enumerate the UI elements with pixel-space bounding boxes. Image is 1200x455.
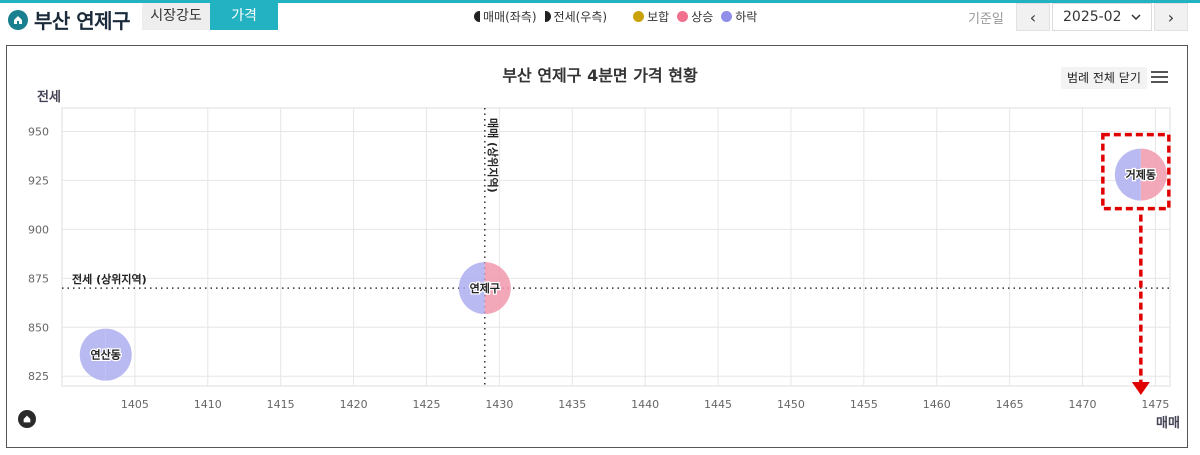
bubble-2: 연제구	[458, 262, 511, 315]
x-tick-label: 1435	[558, 398, 586, 411]
y-tick-label: 950	[28, 125, 49, 138]
x-tick-label: 1475	[1141, 398, 1169, 411]
scatter-chart: 1405 1410 1415 1420 1425 1430 1435 1440 1445 1450…	[28, 107, 1171, 411]
x-tick-label: 1465	[996, 398, 1024, 411]
x-tick-label: 1405	[121, 398, 149, 411]
sale-reference-label: 매매 (상위지역)	[486, 118, 500, 193]
x-tick-label: 1440	[631, 398, 659, 411]
y-tick-label: 925	[28, 174, 49, 187]
x-tick-label: 1415	[267, 398, 295, 411]
x-tick-label: 1450	[777, 398, 805, 411]
bubble-label: 연제구	[470, 281, 500, 295]
y-tick-label: 850	[28, 321, 49, 334]
y-tick-label: 875	[28, 272, 49, 285]
x-tick-label: 1420	[340, 398, 368, 411]
x-tick-label: 1455	[850, 398, 878, 411]
y-tick-label: 900	[28, 223, 49, 236]
bubble-label: 거제동	[1126, 168, 1156, 182]
x-tick-label: 1445	[704, 398, 732, 411]
x-tick-label: 1460	[923, 398, 951, 411]
bubble-3: 거제동	[1114, 148, 1167, 201]
y-tick-label: 825	[28, 370, 49, 383]
home-icon[interactable]	[18, 410, 36, 428]
bubble-1: 연산동	[79, 328, 132, 381]
x-tick-label: 1410	[194, 398, 222, 411]
x-tick-label: 1425	[412, 398, 440, 411]
x-tick-label: 1430	[485, 398, 513, 411]
plot-area	[61, 107, 1171, 387]
x-tick-label: 1470	[1069, 398, 1097, 411]
lease-reference-label: 전세 (상위지역)	[72, 272, 147, 286]
arrow-down-icon	[1131, 382, 1150, 395]
bubble-label: 연산동	[91, 348, 121, 362]
